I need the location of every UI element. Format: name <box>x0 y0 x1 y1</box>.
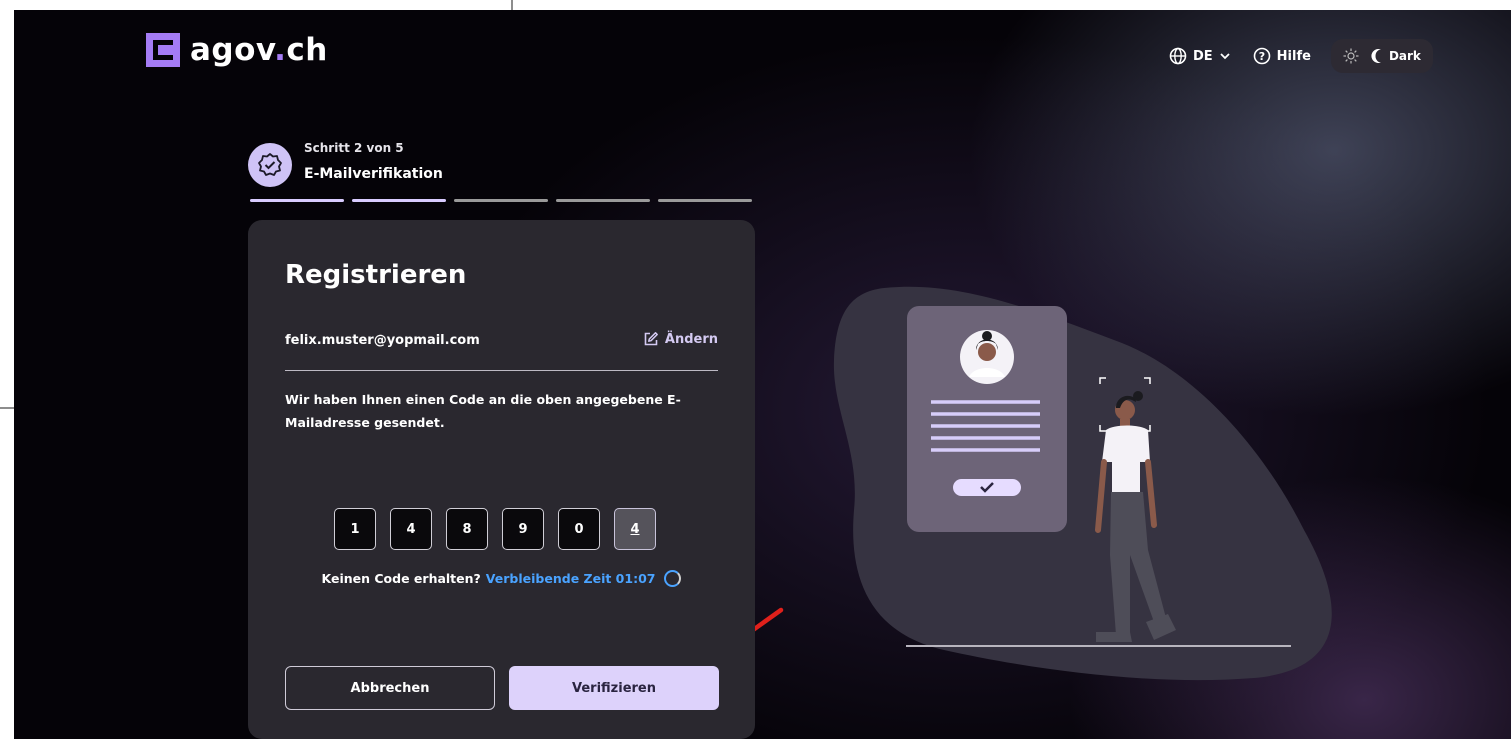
logo-text: agov.ch <box>190 32 328 68</box>
progress-segment <box>556 199 650 202</box>
language-label: DE <box>1193 48 1213 64</box>
resend-question: Keinen Code erhalten? <box>321 571 481 586</box>
edit-email-button[interactable]: Ändern <box>643 331 718 347</box>
otp-digit-2[interactable]: 4 <box>390 508 432 550</box>
spinner-icon <box>664 570 682 587</box>
otp-digit-3[interactable]: 8 <box>446 508 488 550</box>
dark-mode-option[interactable]: Dark <box>1371 48 1421 64</box>
sun-icon[interactable] <box>1343 48 1359 64</box>
card-title: Registrieren <box>285 260 467 290</box>
edit-label: Ändern <box>664 331 718 347</box>
divider <box>285 370 718 371</box>
registration-card: Registrieren felix.muster@yopmail.com Än… <box>248 220 755 739</box>
otp-digit-1[interactable]: 1 <box>334 508 376 550</box>
verified-badge-icon <box>248 143 292 187</box>
progress-segment <box>250 199 344 202</box>
header-actions: DE ? Hilfe Dark <box>1169 39 1433 73</box>
otp-input-group: 1 4 8 9 0 4 <box>334 508 656 550</box>
step-title: E-Mailverifikation <box>304 166 443 182</box>
screenshot-border <box>0 407 14 409</box>
step-counter: Schritt 2 von 5 <box>304 141 404 155</box>
globe-icon <box>1169 47 1187 65</box>
logo[interactable]: agov.ch <box>146 32 328 68</box>
chevron-down-icon <box>1220 53 1230 60</box>
identity-illustration <box>654 286 1332 681</box>
logo-icon <box>146 33 180 67</box>
progress-segment <box>658 199 752 202</box>
resend-row: Keinen Code erhalten? Verbleibende Zeit … <box>248 570 755 587</box>
progress-segment <box>352 199 446 202</box>
help-icon: ? <box>1253 47 1270 65</box>
verify-button[interactable]: Verifizieren <box>509 666 719 710</box>
help-label: Hilfe <box>1276 48 1311 64</box>
help-link[interactable]: ? Hilfe <box>1253 47 1311 65</box>
email-address: felix.muster@yopmail.com <box>285 333 480 348</box>
edit-icon <box>644 332 658 346</box>
language-selector[interactable]: DE <box>1169 47 1231 65</box>
theme-label: Dark <box>1388 49 1421 63</box>
otp-digit-4[interactable]: 9 <box>502 508 544 550</box>
theme-toggle[interactable]: Dark <box>1330 39 1433 73</box>
app-window: agov.ch DE ? Hilfe Dark Schritt 2 von 5 … <box>14 10 1511 739</box>
cancel-button[interactable]: Abbrechen <box>285 666 495 710</box>
resend-timer[interactable]: Verbleibende Zeit 01:07 <box>486 571 656 586</box>
progress-segment <box>454 199 548 202</box>
otp-digit-6[interactable]: 4 <box>614 508 656 550</box>
step-progress <box>250 199 752 202</box>
svg-text:?: ? <box>1258 50 1264 63</box>
otp-digit-5[interactable]: 0 <box>558 508 600 550</box>
info-text: Wir haben Ihnen einen Code an die oben a… <box>285 392 681 430</box>
moon-icon <box>1371 49 1381 63</box>
